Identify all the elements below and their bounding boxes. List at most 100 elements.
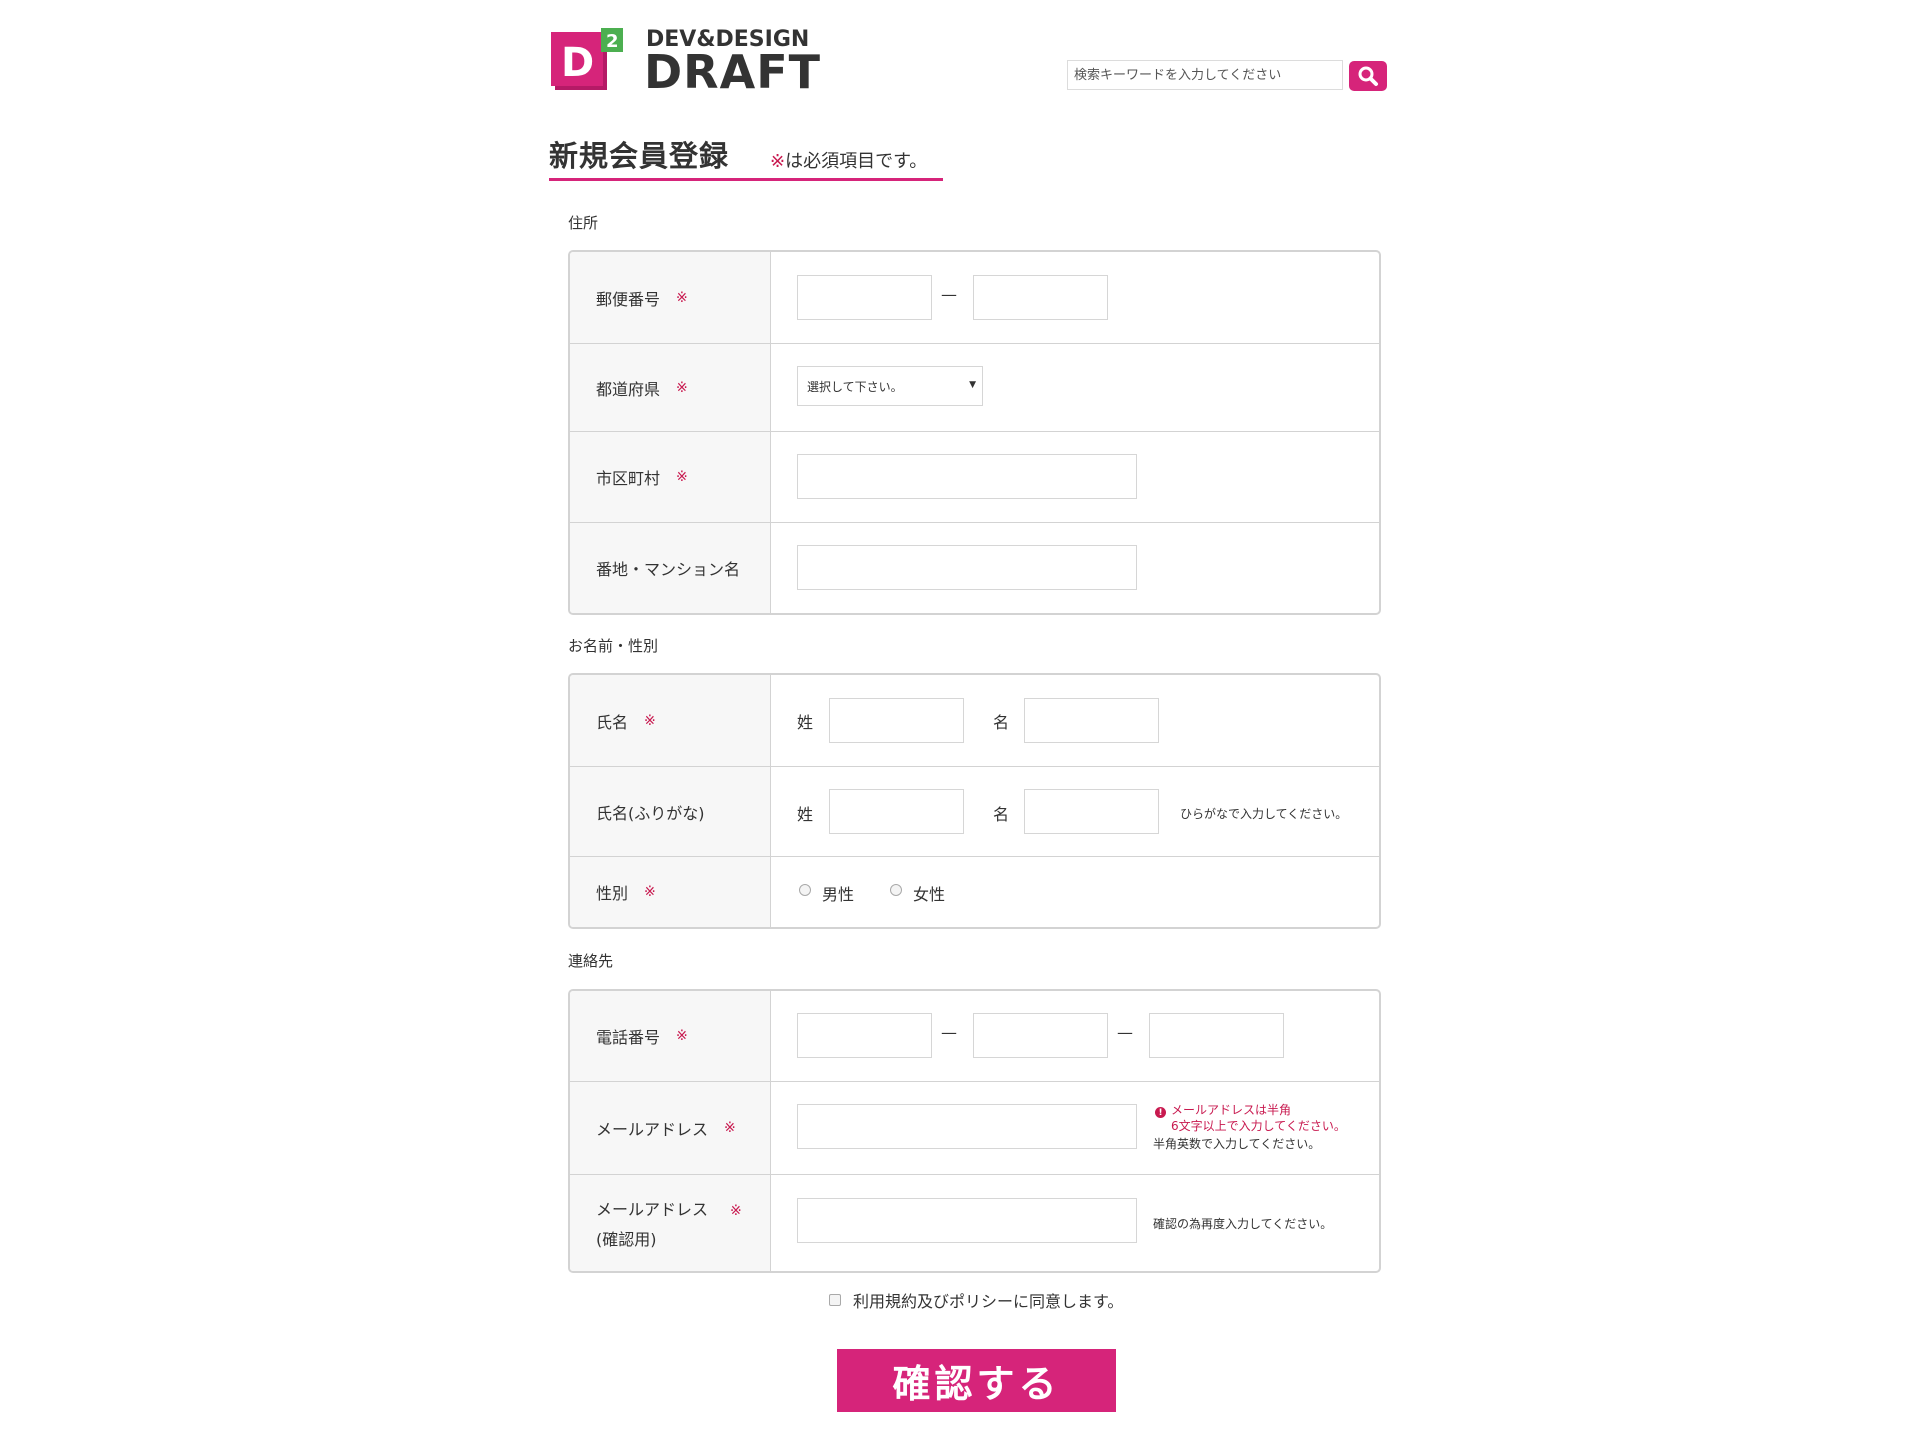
row-city: 市区町村 ※ [570,432,1379,523]
logo-text-main: DRAFT [644,45,822,99]
label-text: 番地・マンション名 [596,560,741,579]
gender-female-label[interactable]: 女性 [913,881,945,905]
label-email-confirm: メールアドレス ※ (確認用) [570,1175,771,1271]
field-street [771,523,1379,613]
last-name-input[interactable] [829,698,964,743]
first-name-furigana-input[interactable] [1024,789,1159,834]
agree-checkbox[interactable] [829,1294,841,1306]
logo-mark-icon: D 2 [551,28,623,90]
last-name-label: 姓 [797,713,814,732]
error-icon: ! [1155,1107,1166,1118]
last-name-furigana-input[interactable] [829,789,964,834]
phone-first-input[interactable] [797,1013,932,1058]
logo-letter: D [561,40,594,86]
gender-male-label[interactable]: 男性 [822,881,854,905]
postal-code-first-input[interactable] [797,275,932,320]
required-mark: ※ [770,151,786,172]
dash: — [1117,1023,1133,1042]
label-furigana: 氏名(ふりがな) [570,767,771,856]
street-input[interactable] [797,545,1137,590]
field-fullname: 姓 名 [771,675,1379,766]
label-fullname: 氏名 ※ [570,675,771,766]
required-mark: ※ [644,884,656,900]
label-text: 氏名(ふりがな) [596,803,705,823]
required-mark: ※ [676,1028,688,1044]
dash: — [941,285,957,304]
dash: — [941,1023,957,1042]
label-postal-code: 郵便番号 ※ [570,252,771,343]
last-name-furigana-label: 姓 [797,805,814,824]
email-input[interactable] [797,1104,1137,1149]
row-phone: 電話番号 ※ — — [570,991,1379,1082]
field-furigana: 姓 名 ひらがなで入力してください。 [771,767,1379,856]
phone-second-input[interactable] [973,1013,1108,1058]
search-input[interactable] [1067,60,1343,90]
required-mark: ※ [724,1120,736,1136]
row-email: メールアドレス ※ ! メールアドレスは半角 6文字以上で入力してください。 半角… [570,1082,1379,1175]
site-logo[interactable]: D 2 DEV&DESIGN DRAFT [551,28,820,96]
confirm-button[interactable]: 確認する [837,1349,1116,1412]
prefecture-select-value: 選択して下さい。 [807,379,903,394]
field-city [771,432,1379,522]
required-mark: ※ [676,469,688,485]
agree-label[interactable]: 利用規約及びポリシーに同意します。 [853,1288,1123,1312]
row-furigana: 氏名(ふりがな) 姓 名 ひらがなで入力してください。 [570,767,1379,857]
email-error-line1: メールアドレスは半角 [1171,1103,1292,1117]
label-email: メールアドレス ※ [570,1082,771,1174]
label-text: メールアドレス [596,1200,709,1219]
field-phone: — — [771,991,1379,1081]
contact-form-table: 電話番号 ※ — — メールアドレス ※ ! メールアドレスは半角 6文字以上で入力… [568,989,1381,1273]
search-icon [1358,66,1378,86]
email-error-line2: 6文字以上で入力してください。 [1171,1119,1346,1133]
address-form-table: 郵便番号 ※ — 都道府県 ※ 選択して下さい。 ▼ 市区町村 ※ 番地・マンション名 [568,250,1381,615]
label-text: メールアドレス [596,1120,709,1139]
gender-male-radio[interactable] [799,884,811,896]
row-postal-code: 郵便番号 ※ — [570,252,1379,344]
required-mark: ※ [676,379,688,396]
dropdown-arrow-icon: ▼ [969,380,976,390]
row-street: 番地・マンション名 [570,523,1379,613]
email-confirm-input[interactable] [797,1198,1137,1243]
required-mark: ※ [644,712,656,729]
name-form-table: 氏名 ※ 姓 名 氏名(ふりがな) 姓 名 ひらがなで入力してください。 性別 ※ … [568,673,1381,929]
svg-text:2: 2 [606,31,619,52]
prefecture-select[interactable]: 選択して下さい。 ▼ [797,366,983,406]
label-text: 市区町村 [596,469,661,488]
label-text: 性別 [596,884,629,903]
label-phone: 電話番号 ※ [570,991,771,1081]
title-underline [549,178,943,181]
label-email-confirm-line2: (確認用) [596,1230,657,1249]
label-street: 番地・マンション名 [570,523,771,613]
email-hint: 半角英数で入力してください。 [1153,1137,1321,1151]
field-prefecture: 選択して下さい。 ▼ [771,344,1379,431]
row-gender: 性別 ※ 男性 女性 [570,857,1379,927]
city-input[interactable] [797,454,1137,499]
required-note-text: は必須項目です。 [785,151,928,172]
label-text: 都道府県 [596,379,661,399]
phone-third-input[interactable] [1149,1013,1284,1058]
field-postal-code: — [771,252,1379,343]
row-email-confirm: メールアドレス ※ (確認用) 確認の為再度入力してください。 [570,1175,1379,1271]
agree-terms[interactable]: 利用規約及びポリシーに同意します。 [829,1288,1123,1312]
row-prefecture: 都道府県 ※ 選択して下さい。 ▼ [570,344,1379,432]
required-mark: ※ [676,289,688,306]
label-city: 市区町村 ※ [570,432,771,522]
first-name-furigana-label: 名 [993,805,1010,824]
section-label-address: 住所 [568,214,599,232]
section-label-contact: 連絡先 [568,952,614,970]
label-gender: 性別 ※ [570,857,771,927]
postal-code-second-input[interactable] [973,275,1108,320]
gender-female-radio[interactable] [890,884,902,896]
label-text: 郵便番号 [596,289,661,309]
label-text: 氏名 [596,712,629,732]
first-name-input[interactable] [1024,698,1159,743]
section-label-name: お名前・性別 [568,637,659,655]
field-email-confirm: 確認の為再度入力してください。 [771,1175,1379,1271]
field-email: ! メールアドレスは半角 6文字以上で入力してください。 半角英数で入力してくだ… [771,1082,1379,1174]
search-button[interactable] [1349,61,1387,91]
label-email-confirm-line1: メールアドレス ※ [596,1196,742,1220]
row-fullname: 氏名 ※ 姓 名 [570,675,1379,767]
required-mark: ※ [730,1203,742,1219]
label-text: 電話番号 [596,1028,661,1047]
page-title: 新規会員登録 [549,139,730,173]
